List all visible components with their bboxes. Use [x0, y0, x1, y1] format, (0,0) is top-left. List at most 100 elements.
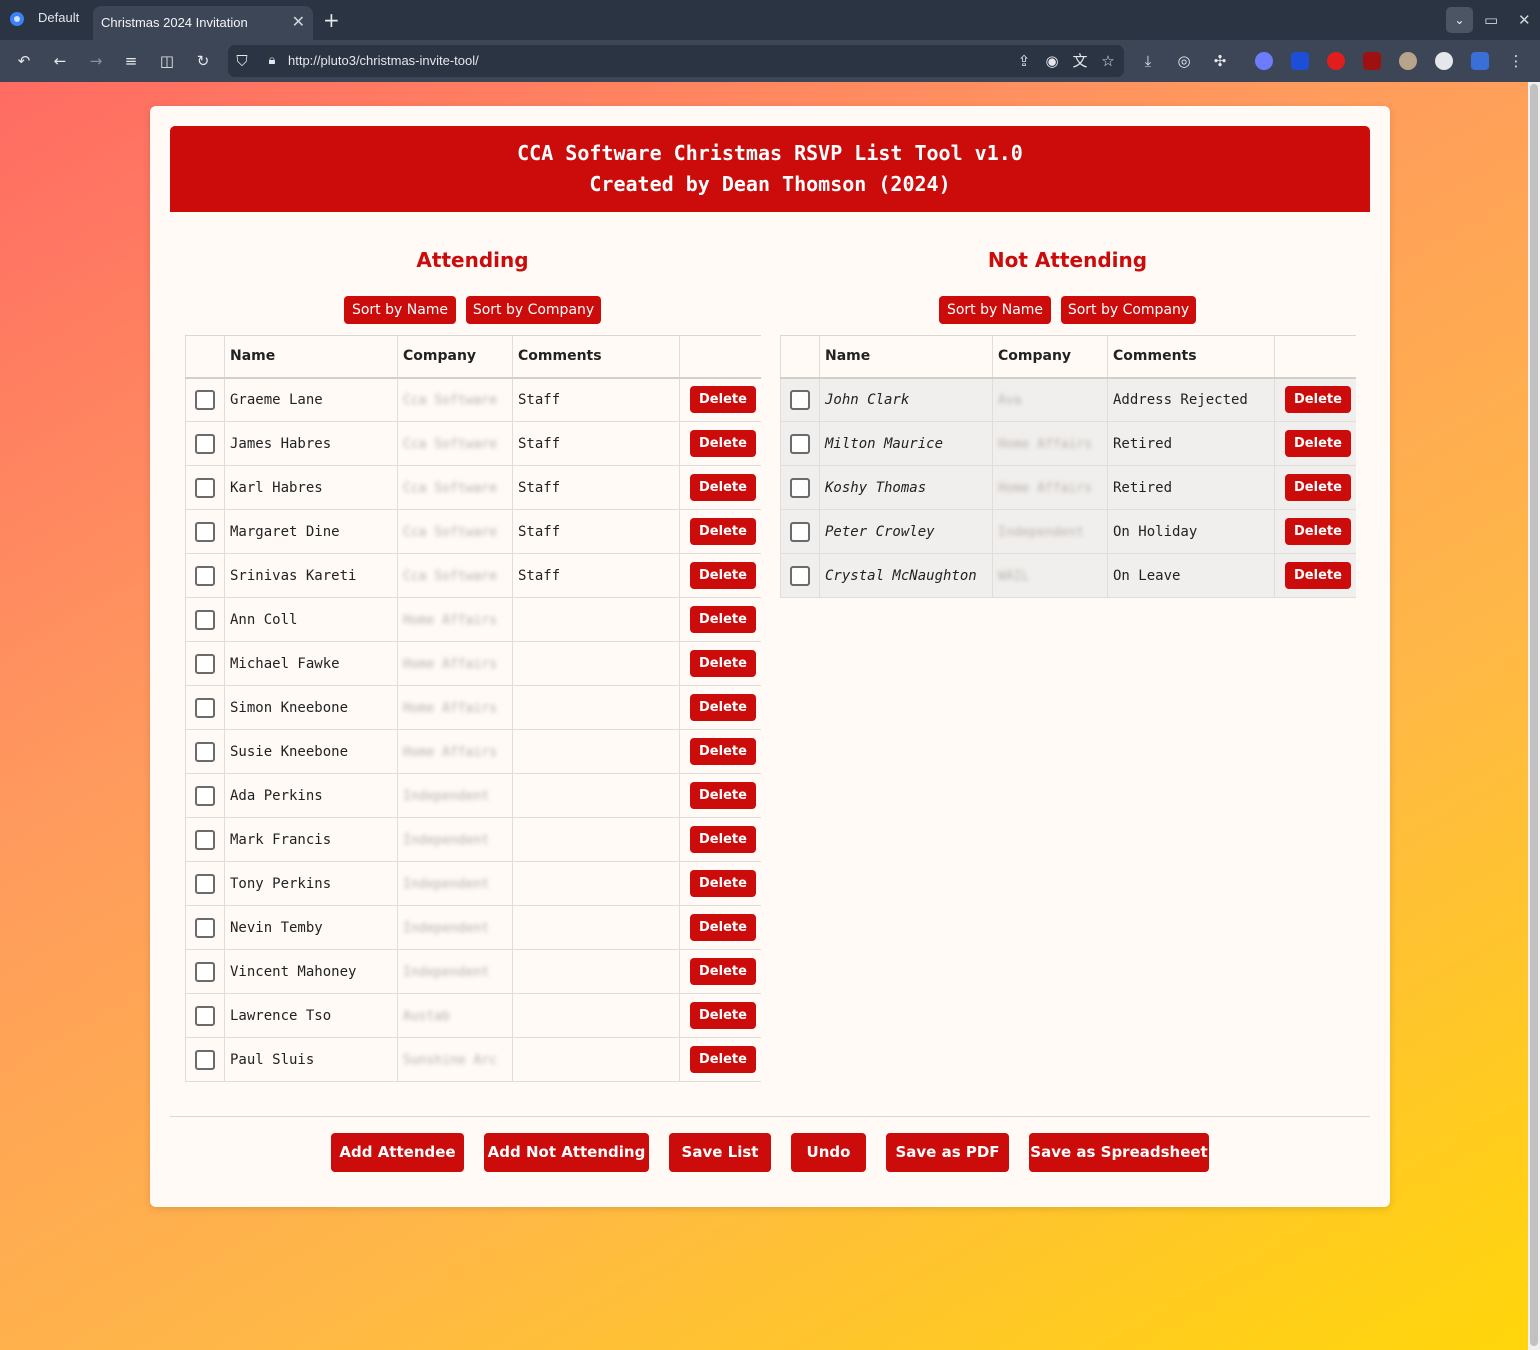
company-cell[interactable]: Sunshine Arc — [397, 1037, 513, 1082]
name-cell[interactable]: Graeme Lane — [224, 377, 398, 422]
company-cell[interactable]: Independent — [397, 773, 513, 818]
delete-button[interactable]: Delete — [690, 474, 756, 501]
back-icon[interactable]: ← — [48, 50, 72, 72]
delete-button[interactable]: Delete — [690, 650, 756, 677]
delete-button[interactable]: Delete — [690, 958, 756, 985]
account-icon[interactable]: ◎ — [1172, 50, 1196, 72]
name-cell[interactable]: Michael Fawke — [224, 641, 398, 686]
not-attending-sort-name-button[interactable]: Sort by Name — [939, 296, 1051, 324]
delete-button[interactable]: Delete — [690, 694, 756, 721]
comments-cell[interactable] — [512, 861, 680, 906]
name-cell[interactable]: Mark Francis — [224, 817, 398, 862]
name-cell[interactable]: Vincent Mahoney — [224, 949, 398, 994]
save-pdf-button[interactable]: Save as PDF — [886, 1133, 1009, 1172]
not-attending-sort-company-button[interactable]: Sort by Company — [1061, 296, 1196, 324]
bookmark-star-icon[interactable]: ☆ — [1096, 50, 1120, 72]
comments-cell[interactable] — [512, 685, 680, 730]
comments-cell[interactable]: Retired — [1107, 465, 1275, 510]
extension-bitwarden-icon[interactable] — [1291, 52, 1309, 70]
page-scrollbar[interactable] — [1528, 82, 1540, 1350]
company-cell[interactable]: WAIL — [992, 553, 1108, 598]
comments-cell[interactable]: Staff — [512, 421, 680, 466]
reader-icon[interactable]: ◉ — [1040, 50, 1064, 72]
delete-button[interactable]: Delete — [690, 562, 756, 589]
save-list-button[interactable]: Save List — [669, 1133, 771, 1172]
comments-cell[interactable] — [512, 597, 680, 642]
comments-cell[interactable] — [512, 905, 680, 950]
row-checkbox[interactable] — [195, 653, 215, 674]
list-tabs-icon[interactable]: ⌄ — [1446, 7, 1473, 33]
sidebar-icon[interactable]: ◫ — [155, 50, 179, 72]
company-cell[interactable]: Cca Software — [397, 465, 513, 510]
history-icon[interactable]: ≡ — [119, 50, 143, 72]
attending-sort-name-button[interactable]: Sort by Name — [344, 296, 456, 324]
comments-cell[interactable] — [512, 817, 680, 862]
row-checkbox[interactable] — [195, 433, 215, 454]
share-icon[interactable]: ⇪ — [1012, 50, 1036, 72]
comments-cell[interactable] — [512, 1037, 680, 1082]
comments-column-header[interactable]: Comments — [1107, 335, 1275, 379]
row-checkbox[interactable] — [195, 697, 215, 718]
extension-owl-icon[interactable] — [1399, 52, 1417, 70]
company-cell[interactable]: Independent — [397, 949, 513, 994]
row-checkbox[interactable] — [195, 477, 215, 498]
translate-icon[interactable]: 文 — [1068, 50, 1092, 72]
undo-button[interactable]: Undo — [791, 1133, 866, 1172]
name-cell[interactable]: Tony Perkins — [224, 861, 398, 906]
name-cell[interactable]: Susie Kneebone — [224, 729, 398, 774]
delete-button[interactable]: Delete — [1285, 386, 1351, 414]
delete-button[interactable]: Delete — [690, 386, 756, 414]
save-spreadsheet-button[interactable]: Save as Spreadsheet — [1029, 1133, 1209, 1172]
undo-close-tab-icon[interactable]: ↶ — [12, 50, 36, 72]
company-column-header[interactable]: Company — [397, 335, 513, 379]
url-text[interactable]: http://pluto3/christmas-invite-tool/ — [288, 53, 479, 68]
delete-button[interactable]: Delete — [690, 1002, 756, 1029]
name-cell[interactable]: Srinivas Kareti — [224, 553, 398, 598]
comments-cell[interactable]: Staff — [512, 509, 680, 554]
company-cell[interactable]: Independent — [992, 509, 1108, 554]
name-cell[interactable]: James Habres — [224, 421, 398, 466]
delete-button[interactable]: Delete — [690, 518, 756, 545]
delete-button[interactable]: Delete — [690, 738, 756, 765]
company-cell[interactable]: Home Affairs — [992, 465, 1108, 510]
company-cell[interactable]: Home Affairs — [397, 685, 513, 730]
comments-cell[interactable] — [512, 641, 680, 686]
comments-cell[interactable] — [512, 949, 680, 994]
address-bar[interactable]: ⛉ 🔒︎ http://pluto3/christmas-invite-tool… — [228, 45, 1124, 77]
add-not-attending-button[interactable]: Add Not Attending — [484, 1133, 649, 1172]
delete-button[interactable]: Delete — [690, 870, 756, 897]
company-cell[interactable]: Austab — [397, 993, 513, 1038]
download-icon[interactable]: ⤓ — [1136, 50, 1160, 72]
company-cell[interactable]: Cca Software — [397, 509, 513, 554]
row-checkbox[interactable] — [195, 917, 215, 938]
company-cell[interactable]: Independent — [397, 861, 513, 906]
delete-button[interactable]: Delete — [690, 1046, 756, 1073]
name-column-header[interactable]: Name — [224, 335, 398, 379]
row-checkbox[interactable] — [195, 565, 215, 586]
profile-name[interactable]: Default — [38, 10, 79, 25]
name-cell[interactable]: Karl Habres — [224, 465, 398, 510]
row-checkbox[interactable] — [195, 829, 215, 850]
comments-column-header[interactable]: Comments — [512, 335, 680, 379]
row-checkbox[interactable] — [195, 785, 215, 806]
delete-button[interactable]: Delete — [690, 606, 756, 633]
row-checkbox[interactable] — [195, 389, 215, 410]
attending-sort-company-button[interactable]: Sort by Company — [466, 296, 601, 324]
delete-button[interactable]: Delete — [1285, 518, 1351, 545]
name-cell[interactable]: Milton Maurice — [819, 421, 993, 466]
extension-ublock-icon[interactable] — [1363, 52, 1381, 70]
row-checkbox[interactable] — [195, 609, 215, 630]
scrollbar-thumb[interactable] — [1530, 84, 1538, 1346]
row-checkbox[interactable] — [195, 521, 215, 542]
row-checkbox[interactable] — [790, 433, 810, 454]
comments-cell[interactable]: On Leave — [1107, 553, 1275, 598]
name-cell[interactable]: Ada Perkins — [224, 773, 398, 818]
comments-cell[interactable]: Retired — [1107, 421, 1275, 466]
row-checkbox[interactable] — [195, 1005, 215, 1026]
company-cell[interactable]: Home Affairs — [992, 421, 1108, 466]
name-cell[interactable]: Nevin Temby — [224, 905, 398, 950]
company-cell[interactable]: Independent — [397, 905, 513, 950]
comments-cell[interactable] — [512, 729, 680, 774]
name-cell[interactable]: Lawrence Tso — [224, 993, 398, 1038]
delete-button[interactable]: Delete — [1285, 474, 1351, 501]
